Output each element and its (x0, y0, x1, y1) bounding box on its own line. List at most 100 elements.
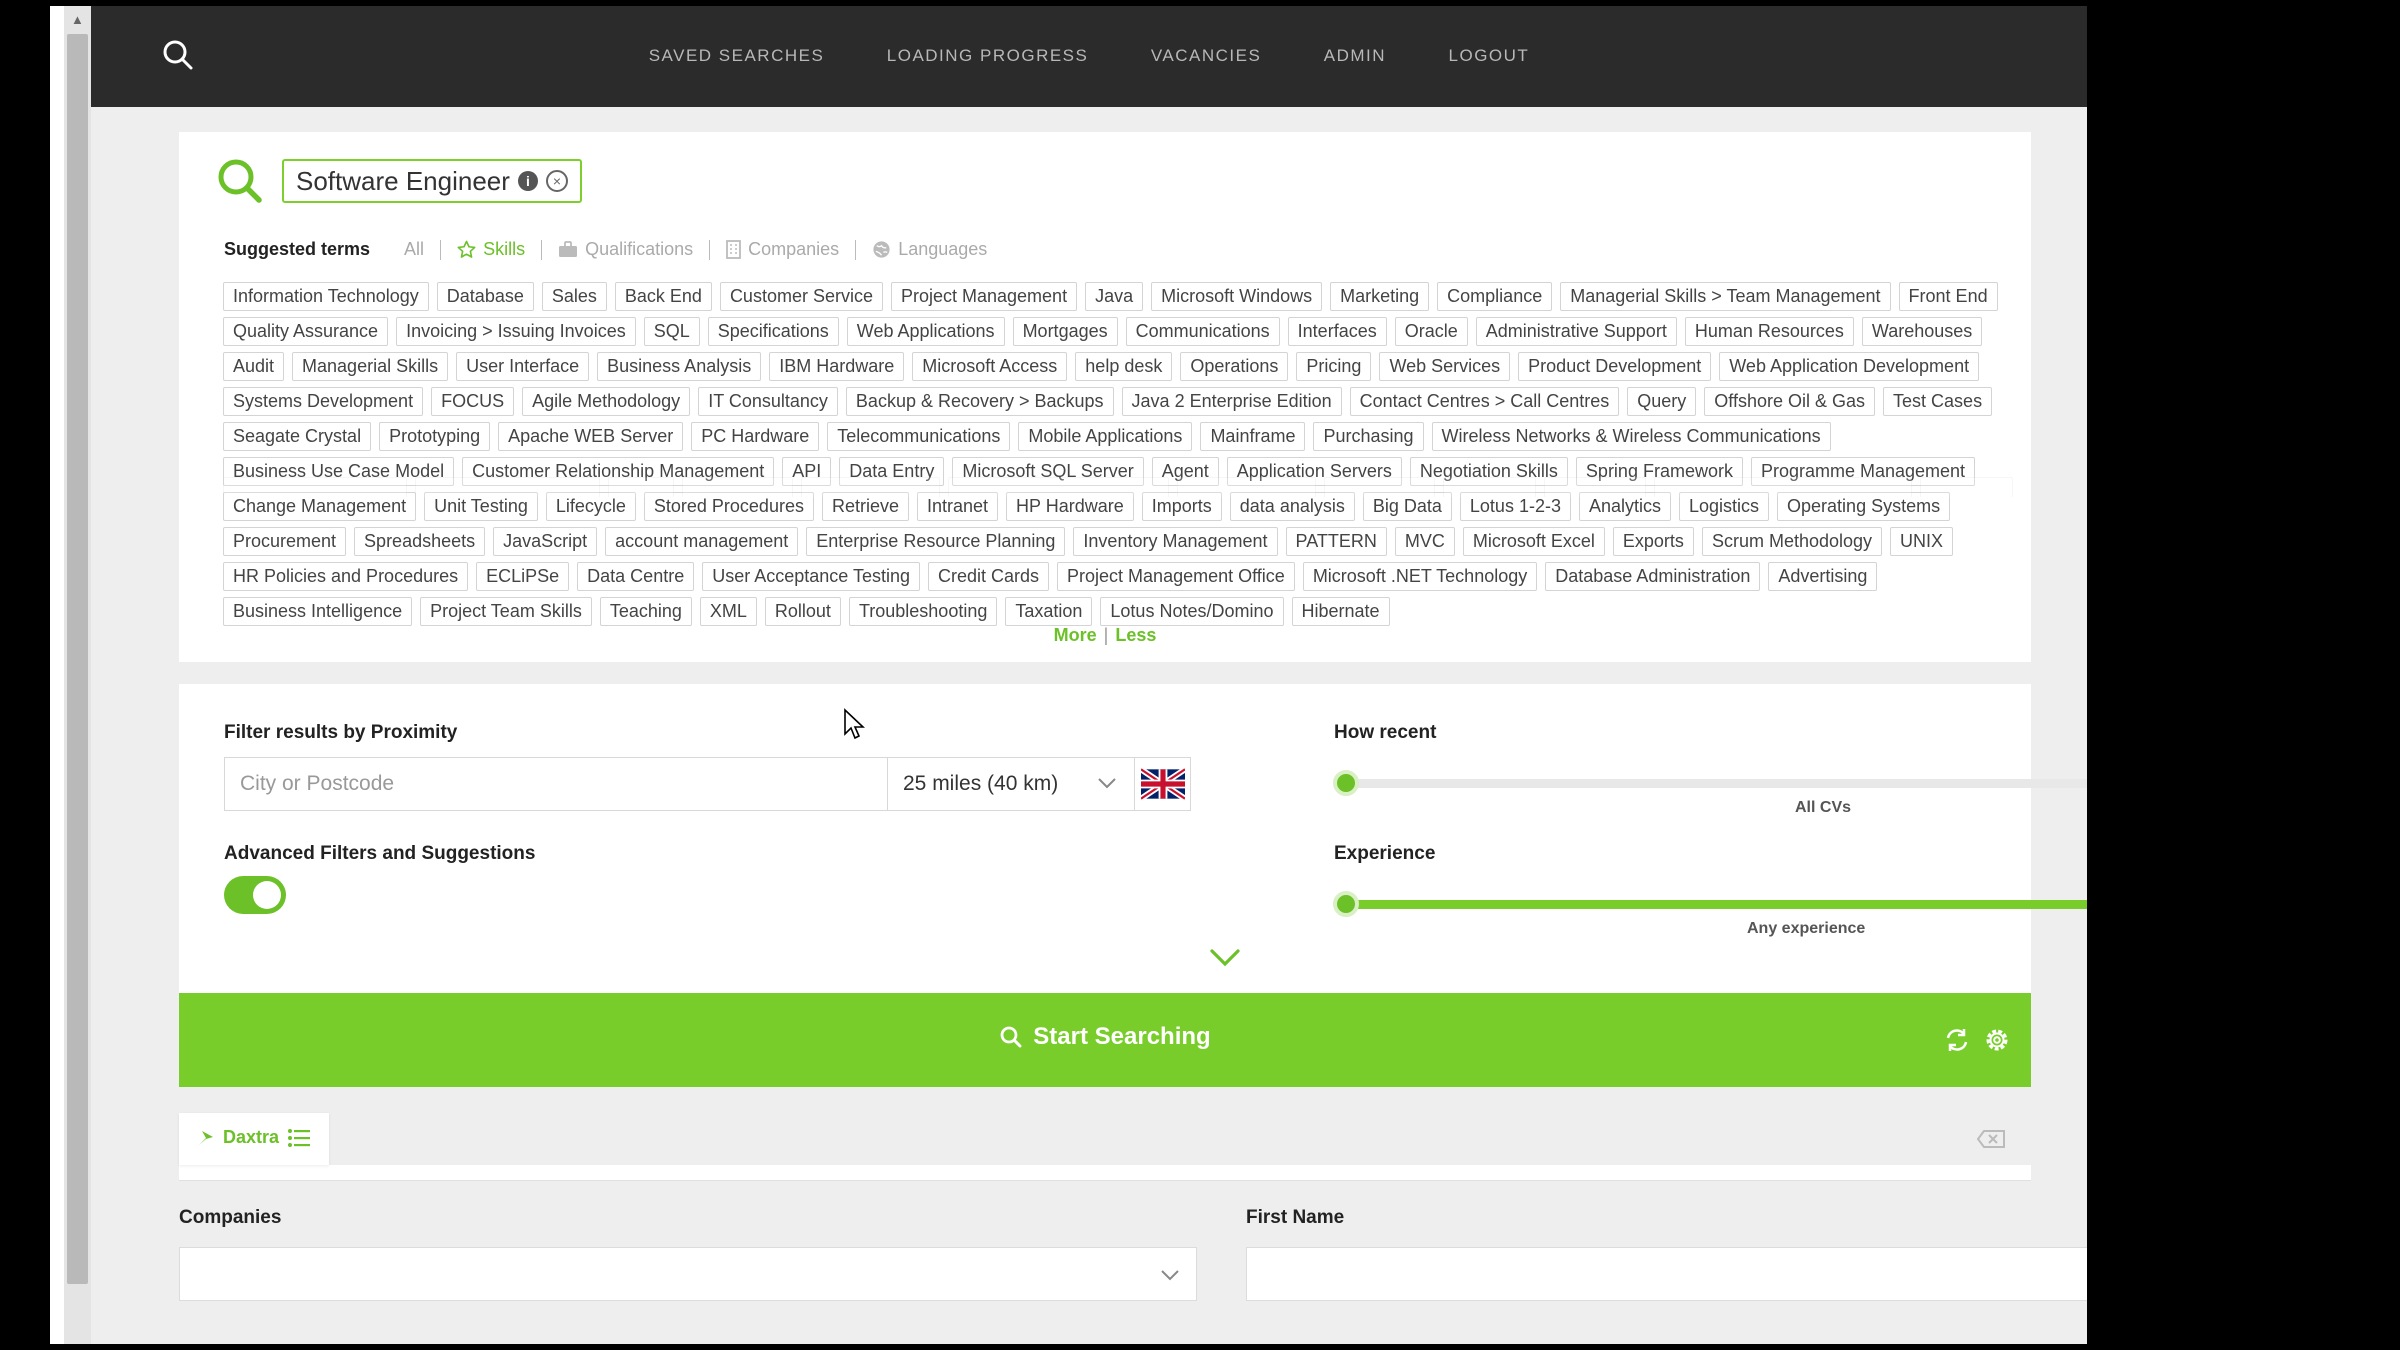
suggested-tag[interactable]: Audit (223, 352, 285, 381)
list-icon[interactable] (287, 1128, 311, 1148)
tab-companies[interactable]: Companies (726, 239, 839, 260)
suggested-tag[interactable]: Back End (614, 282, 712, 311)
suggested-tag[interactable]: Data Centre (577, 562, 695, 591)
suggested-tag[interactable]: Project Team Skills (420, 597, 592, 626)
suggested-tag[interactable]: Telecommunications (827, 422, 1011, 451)
city-postcode-input[interactable]: City or Postcode (224, 757, 889, 811)
suggested-tag[interactable]: account management (605, 527, 799, 556)
nav-loading-progress[interactable]: LOADING PROGRESS (887, 46, 1089, 66)
tab-daxtra[interactable]: Daxtra (179, 1113, 329, 1165)
suggested-tag[interactable]: Project Management (890, 282, 1078, 311)
suggested-tag[interactable]: Purchasing (1313, 422, 1424, 451)
suggested-tag[interactable]: Web Services (1379, 352, 1511, 381)
suggested-tag[interactable]: PC Hardware (691, 422, 820, 451)
suggested-tag[interactable]: ECLiPSe (476, 562, 570, 591)
expand-chevron-icon[interactable] (1208, 947, 1242, 969)
suggested-tag[interactable]: Warehouses (1861, 317, 1983, 346)
suggested-tag[interactable]: Managerial Skills (292, 352, 449, 381)
suggested-tag[interactable]: MVC (1394, 527, 1455, 556)
experience-slider-min-handle[interactable] (1333, 891, 1359, 917)
suggested-tag[interactable]: Microsoft Excel (1462, 527, 1605, 556)
country-selector[interactable] (1134, 757, 1191, 811)
suggested-tag[interactable]: Web Applications (846, 317, 1005, 346)
advanced-filters-toggle[interactable] (224, 876, 286, 914)
suggested-tag[interactable]: Test Cases (1883, 387, 1993, 416)
suggested-tag[interactable]: Business Intelligence (223, 597, 413, 626)
suggested-tag[interactable]: Communications (1125, 317, 1280, 346)
suggested-tag[interactable]: User Acceptance Testing (702, 562, 920, 591)
suggested-tag[interactable]: Wireless Networks & Wireless Communicati… (1431, 422, 1831, 451)
suggested-tag[interactable]: Query (1627, 387, 1697, 416)
suggested-tag[interactable]: Procurement (223, 527, 347, 556)
suggested-tag[interactable]: Taxation (1005, 597, 1093, 626)
suggested-tag[interactable]: Compliance (1437, 282, 1553, 311)
suggested-tag[interactable]: UNIX (1890, 527, 1954, 556)
companies-select[interactable] (179, 1247, 1197, 1301)
search-term-chip[interactable]: Software Engineer i × (282, 159, 582, 203)
suggested-tag[interactable]: help desk (1075, 352, 1173, 381)
vertical-scrollbar[interactable]: ▲ (64, 6, 91, 1344)
suggested-tag[interactable]: Enterprise Resource Planning (806, 527, 1066, 556)
suggested-tag[interactable]: Java (1085, 282, 1144, 311)
how-recent-slider-handle[interactable] (1333, 770, 1359, 796)
suggested-tag[interactable]: SQL (643, 317, 700, 346)
suggested-tag[interactable]: Offshore Oil & Gas (1704, 387, 1876, 416)
info-icon[interactable]: i (517, 171, 538, 191)
nav-admin[interactable]: ADMIN (1324, 46, 1386, 66)
suggested-tag[interactable]: Information Technology (223, 282, 429, 311)
refresh-icon[interactable] (1943, 1026, 1971, 1054)
suggested-tag[interactable]: Advertising (1768, 562, 1878, 591)
nav-vacancies[interactable]: VACANCIES (1151, 46, 1262, 66)
suggested-tag[interactable]: IT Consultancy (698, 387, 838, 416)
suggested-tag[interactable]: Microsoft Access (912, 352, 1068, 381)
suggested-tag[interactable]: Microsoft .NET Technology (1302, 562, 1538, 591)
experience-slider[interactable] (1334, 900, 2087, 909)
how-recent-slider[interactable] (1334, 779, 2087, 788)
suggested-tag[interactable]: JavaScript (493, 527, 598, 556)
more-link[interactable]: More (1054, 625, 1097, 645)
suggested-tag[interactable]: Interfaces (1287, 317, 1387, 346)
suggested-tag[interactable]: Java 2 Enterprise Edition (1121, 387, 1342, 416)
nav-logout[interactable]: LOGOUT (1449, 46, 1530, 66)
suggested-tag[interactable]: Apache WEB Server (498, 422, 684, 451)
suggested-tag[interactable]: XML (699, 597, 757, 626)
suggested-tag[interactable]: Mainframe (1200, 422, 1306, 451)
suggested-tag[interactable]: Sales (541, 282, 607, 311)
suggested-tag[interactable]: Prototyping (379, 422, 491, 451)
tab-languages[interactable]: Languages (872, 239, 987, 260)
suggested-tag[interactable]: Pricing (1296, 352, 1372, 381)
suggested-tag[interactable]: Credit Cards (928, 562, 1050, 591)
suggested-tag[interactable]: Customer Service (719, 282, 883, 311)
suggested-tag[interactable]: Database Administration (1545, 562, 1761, 591)
suggested-tag[interactable]: Spreadsheets (354, 527, 486, 556)
close-icon[interactable]: × (545, 170, 568, 192)
suggested-tag[interactable]: IBM Hardware (769, 352, 905, 381)
suggested-tag[interactable]: Oracle (1394, 317, 1468, 346)
suggested-tag[interactable]: Agile Methodology (522, 387, 691, 416)
suggested-tag[interactable]: Project Management Office (1057, 562, 1295, 591)
suggested-tag[interactable]: Quality Assurance (223, 317, 389, 346)
tab-all[interactable]: All (404, 239, 424, 260)
radius-select[interactable]: 25 miles (40 km) (887, 757, 1136, 811)
suggested-tag[interactable]: Hibernate (1291, 597, 1390, 626)
suggested-tag[interactable]: Mobile Applications (1018, 422, 1193, 451)
start-searching-button[interactable]: Start Searching (179, 993, 2031, 1087)
suggested-tag[interactable]: Rollout (764, 597, 841, 626)
clear-icon[interactable] (1976, 1129, 2006, 1149)
suggested-tag[interactable]: Web Application Development (1719, 352, 1980, 381)
first-name-input[interactable] (1246, 1247, 2087, 1301)
suggested-tag[interactable]: Marketing (1330, 282, 1430, 311)
suggested-tag[interactable]: Inventory Management (1073, 527, 1278, 556)
suggested-tag[interactable]: Teaching (599, 597, 692, 626)
suggested-tag[interactable]: HR Policies and Procedures (223, 562, 469, 591)
suggested-tag[interactable]: Invoicing > Issuing Invoices (396, 317, 636, 346)
suggested-tag[interactable]: Managerial Skills > Team Management (1560, 282, 1891, 311)
suggested-tag[interactable]: Microsoft Windows (1151, 282, 1323, 311)
suggested-tag[interactable]: Seagate Crystal (223, 422, 372, 451)
suggested-tag[interactable]: Scrum Methodology (1701, 527, 1883, 556)
suggested-tag[interactable]: Troubleshooting (848, 597, 998, 626)
scroll-up-arrow-icon[interactable]: ▲ (71, 12, 84, 27)
suggested-tag[interactable]: Product Development (1518, 352, 1712, 381)
suggested-tag[interactable]: Specifications (707, 317, 839, 346)
suggested-tag[interactable]: User Interface (456, 352, 590, 381)
